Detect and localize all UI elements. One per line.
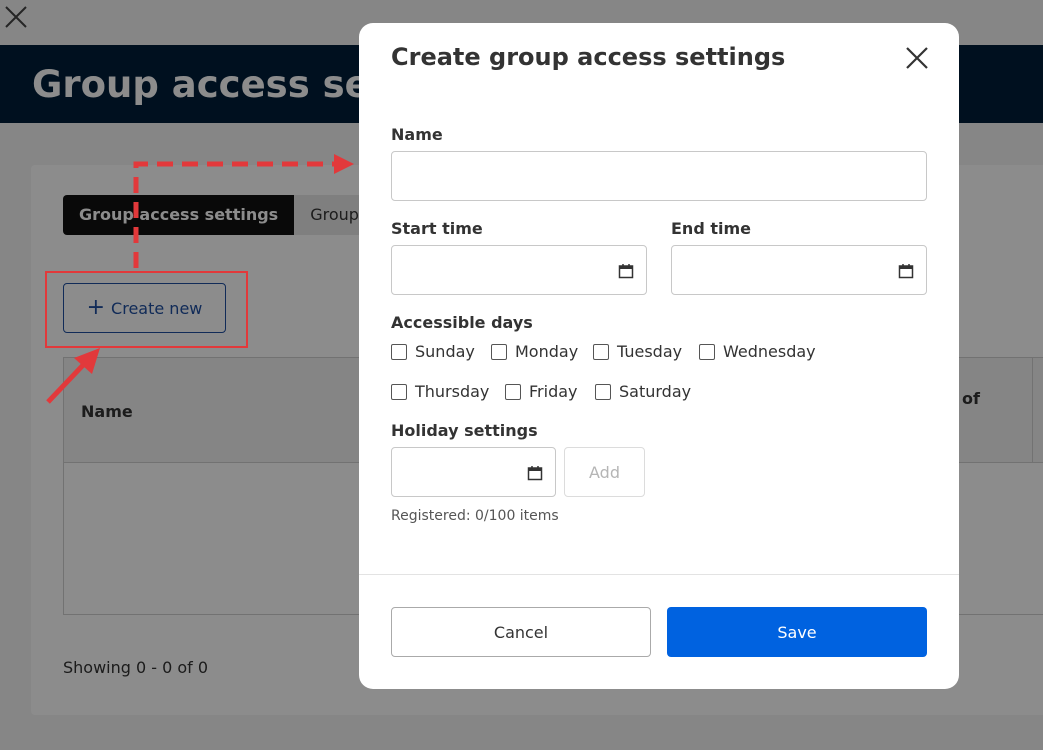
day-checkbox-sunday[interactable]: Sunday bbox=[391, 342, 475, 361]
day-checkbox-saturday[interactable]: Saturday bbox=[595, 382, 691, 401]
checkbox[interactable] bbox=[699, 343, 715, 360]
accessible-days-label: Accessible days bbox=[391, 313, 533, 332]
day-label: Sunday bbox=[415, 342, 475, 361]
checkbox[interactable] bbox=[391, 343, 407, 360]
day-checkbox-monday[interactable]: Monday bbox=[491, 342, 578, 361]
holiday-date-input[interactable] bbox=[391, 447, 556, 497]
day-checkbox-wednesday[interactable]: Wednesday bbox=[699, 342, 816, 361]
holiday-settings-label: Holiday settings bbox=[391, 421, 538, 440]
checkbox[interactable] bbox=[391, 383, 407, 400]
day-label: Wednesday bbox=[723, 342, 816, 361]
modal-title: Create group access settings bbox=[391, 43, 786, 71]
create-group-access-modal: Create group access settings Name Start … bbox=[359, 23, 959, 689]
calendar-icon[interactable] bbox=[898, 263, 914, 279]
day-label: Saturday bbox=[619, 382, 692, 401]
start-time-input[interactable] bbox=[391, 245, 647, 295]
day-label: Thursday bbox=[415, 382, 490, 401]
day-checkbox-tuesday[interactable]: Tuesday bbox=[593, 342, 682, 361]
add-holiday-button[interactable]: Add bbox=[564, 447, 645, 497]
checkbox[interactable] bbox=[593, 343, 609, 360]
end-time-input[interactable] bbox=[671, 245, 927, 295]
close-icon[interactable] bbox=[904, 45, 930, 71]
save-button[interactable]: Save bbox=[667, 607, 927, 657]
calendar-icon[interactable] bbox=[527, 465, 543, 481]
day-checkbox-thursday[interactable]: Thursday bbox=[391, 382, 489, 401]
day-checkbox-friday[interactable]: Friday bbox=[505, 382, 578, 401]
day-label: Tuesday bbox=[617, 342, 683, 361]
start-time-label: Start time bbox=[391, 219, 483, 238]
checkbox[interactable] bbox=[491, 343, 507, 360]
cancel-button[interactable]: Cancel bbox=[391, 607, 651, 657]
modal-divider bbox=[359, 574, 959, 575]
registered-count: Registered: 0/100 items bbox=[391, 508, 559, 524]
day-label: Monday bbox=[515, 342, 579, 361]
checkbox[interactable] bbox=[595, 383, 611, 400]
name-input[interactable] bbox=[391, 151, 927, 201]
calendar-icon[interactable] bbox=[618, 263, 634, 279]
name-label: Name bbox=[391, 125, 443, 144]
checkbox[interactable] bbox=[505, 383, 521, 400]
day-label: Friday bbox=[529, 382, 578, 401]
end-time-label: End time bbox=[671, 219, 751, 238]
